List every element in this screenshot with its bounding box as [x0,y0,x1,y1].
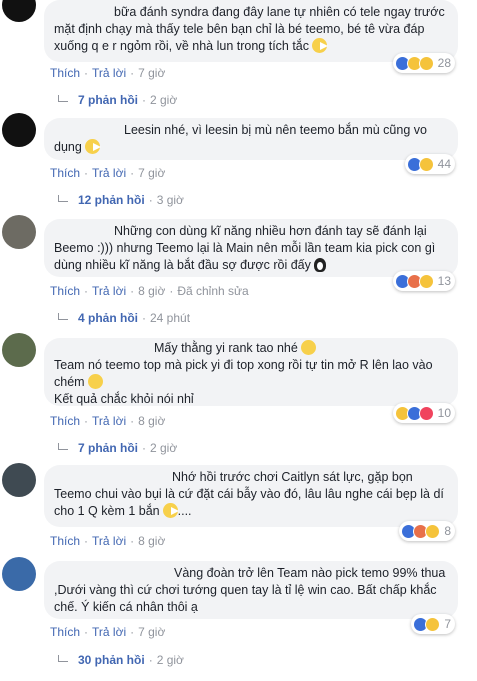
replies-count[interactable]: 7 phản hồi [78,441,138,455]
pacman-emoji [162,503,179,518]
reaction-summary[interactable]: 8 [399,521,455,541]
comment-time[interactable]: 8 giờ [138,534,165,548]
replies-time: 2 giờ [150,441,178,455]
comment-bubble: bữa đánh syndra đang đây lane tự nhiên c… [44,0,458,62]
replies-toggle[interactable]: 30 phản hồi · 2 giờ [58,653,184,667]
replies-count[interactable]: 4 phản hồi [78,311,138,325]
comment-bubble: Mấy thằng yi rank tao nhé Team nó teemo … [44,338,458,406]
like-link[interactable]: Thích [50,66,80,80]
reply-link[interactable]: Trả lời [92,625,126,639]
replies-toggle[interactable]: 12 phản hồi · 3 giờ [58,193,184,207]
penguin-emoji [313,258,326,272]
comment-bubble: Leesin nhé, vì leesin bị mù nên teemo bắ… [44,118,458,160]
comment-time[interactable]: 8 giờ [138,284,165,298]
smile-emoji [300,340,316,355]
reply-arrow-icon [58,312,68,320]
avatar[interactable] [2,113,36,147]
reply-link[interactable]: Trả lời [92,166,126,180]
like-link[interactable]: Thích [50,625,80,639]
reply-arrow-icon [58,194,68,202]
replies-count[interactable]: 12 phản hồi [78,193,145,207]
smile-emoji [87,374,103,389]
replies-toggle[interactable]: 4 phản hồi · 24 phút [58,311,190,325]
reaction-summary[interactable]: 13 [392,271,455,291]
reaction-count: 28 [437,56,451,70]
comment-actions: Thích · Trả lời · 8 giờ [50,414,166,428]
reply-link[interactable]: Trả lời [92,534,126,548]
pacman-emoji [312,38,329,53]
comment-actions: Thích · Trả lời · 7 giờ [50,166,166,180]
avatar[interactable] [2,463,36,497]
haha-reaction-icon [418,156,434,172]
comment-text-tail: .... [177,504,192,518]
comment-last-line: Kết quả chắc khỏi nói nhỉ [54,392,194,406]
sad-reaction-icon [418,55,434,71]
replies-count[interactable]: 7 phản hồi [78,93,138,107]
comment-first-line: Mấy thằng yi rank tao nhé [154,341,298,355]
avatar[interactable] [2,0,36,22]
comment-time[interactable]: 8 giờ [138,414,165,428]
replies-time: 2 giờ [156,653,184,667]
comment-actions: Thích · Trả lời · 7 giờ [50,625,166,639]
comment-text: Leesin nhé, vì leesin bị mù nên teemo bắ… [54,123,431,154]
comment-time[interactable]: 7 giờ [138,625,165,639]
reaction-count: 7 [444,617,451,631]
replies-time: 3 giờ [156,193,184,207]
replies-toggle[interactable]: 7 phản hồi · 2 giờ [58,93,177,107]
like-link[interactable]: Thích [50,166,80,180]
comment-text: bữa đánh syndra đang đây lane tự nhiên c… [54,5,449,53]
comment-actions: Thích · Trả lời · 8 giờ [50,534,166,548]
replies-count[interactable]: 30 phản hồi [78,653,145,667]
love-reaction-icon [418,405,434,421]
like-link[interactable]: Thích [50,414,80,428]
replies-toggle[interactable]: 7 phản hồi · 2 giờ [58,441,177,455]
reply-arrow-icon [58,442,68,450]
comment-bubble: Những con dùng kĩ năng nhiều hơn đánh ta… [44,219,458,277]
comment-text: Những con dùng kĩ năng nhiều hơn đánh ta… [54,224,439,272]
like-link[interactable]: Thích [50,534,80,548]
haha-reaction-icon [425,616,441,632]
pacman-emoji [84,139,101,154]
reaction-count: 8 [444,524,451,538]
reaction-count: 10 [437,406,451,420]
comment-time[interactable]: 7 giờ [138,66,165,80]
comment-text: Nhớ hồi trước chơi Caitlyn sát lực, gặp … [54,470,448,518]
avatar[interactable] [2,333,36,367]
haha-reaction-icon [418,273,434,289]
comment-text: Team nó teemo top mà pick yi đi top xong… [54,358,433,389]
comment-text: Vàng đoàn trở lên Team nào pick temo 99%… [54,566,449,614]
like-link[interactable]: Thích [50,284,80,298]
reaction-summary[interactable]: 10 [392,403,455,423]
avatar[interactable] [2,215,36,249]
comment-time[interactable]: 7 giờ [138,166,165,180]
haha-reaction-icon [425,523,441,539]
comment-bubble: Vàng đoàn trở lên Team nào pick temo 99%… [44,561,458,619]
edited-label[interactable]: Đã chỉnh sửa [177,284,248,298]
reply-link[interactable]: Trả lời [92,284,126,298]
reaction-summary[interactable]: 28 [392,53,455,73]
reply-arrow-icon [58,654,68,662]
comment-actions: Thích · Trả lời · 7 giờ [50,66,166,80]
reply-arrow-icon [58,94,68,102]
reaction-summary[interactable]: 44 [404,154,455,174]
avatar[interactable] [2,557,36,591]
replies-time: 24 phút [150,311,191,325]
reaction-summary[interactable]: 7 [411,614,455,634]
comment-actions: Thích · Trả lời · 8 giờ · Đã chỉnh sửa [50,284,249,298]
reaction-count: 44 [437,157,451,171]
reply-link[interactable]: Trả lời [92,66,126,80]
comment-bubble: Nhớ hồi trước chơi Caitlyn sát lực, gặp … [44,465,458,527]
reaction-count: 13 [437,274,451,288]
replies-time: 2 giờ [150,93,178,107]
reply-link[interactable]: Trả lời [92,414,126,428]
